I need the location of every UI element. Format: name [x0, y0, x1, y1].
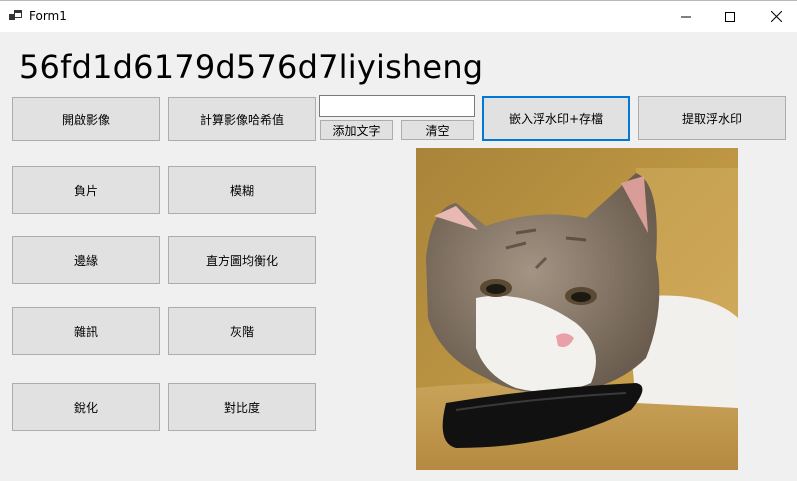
minimize-icon — [681, 16, 691, 17]
embed-watermark-save-button[interactable]: 嵌入浮水印+存檔 — [482, 96, 630, 141]
cat-image — [416, 148, 738, 470]
clear-button[interactable]: 清空 — [401, 120, 474, 140]
histogram-equalization-button[interactable]: 直方圖均衡化 — [168, 236, 316, 284]
blur-button[interactable]: 模糊 — [168, 166, 316, 214]
grayscale-button[interactable]: 灰階 — [168, 307, 316, 355]
form-client-area: 56fd1d6179d576d7liyisheng 開啟影像 計算影像哈希值 添… — [0, 32, 797, 481]
close-button[interactable] — [753, 1, 797, 32]
sharpen-button[interactable]: 銳化 — [12, 383, 160, 431]
compute-hash-button[interactable]: 計算影像哈希值 — [168, 97, 316, 141]
maximize-icon — [725, 11, 735, 22]
extract-watermark-button[interactable]: 提取浮水印 — [638, 96, 786, 140]
hash-label: 56fd1d6179d576d7liyisheng — [19, 48, 484, 86]
form-window: Form1 56fd1d6179d576d7liyisheng 開啟影像 計算影… — [0, 0, 797, 480]
watermark-text-input[interactable] — [319, 95, 475, 117]
picture-box — [416, 148, 738, 470]
negative-button[interactable]: 負片 — [12, 166, 160, 214]
close-icon — [770, 11, 782, 22]
maximize-button[interactable] — [707, 1, 753, 32]
open-image-button[interactable]: 開啟影像 — [12, 97, 160, 141]
minimize-button[interactable] — [663, 1, 709, 32]
app-icon — [9, 10, 22, 20]
add-text-button[interactable]: 添加文字 — [320, 120, 393, 140]
title-bar[interactable]: Form1 — [0, 1, 797, 32]
noise-button[interactable]: 雜訊 — [12, 307, 160, 355]
window-title: Form1 — [29, 9, 67, 23]
contrast-button[interactable]: 對比度 — [168, 383, 316, 431]
edge-button[interactable]: 邊緣 — [12, 236, 160, 284]
